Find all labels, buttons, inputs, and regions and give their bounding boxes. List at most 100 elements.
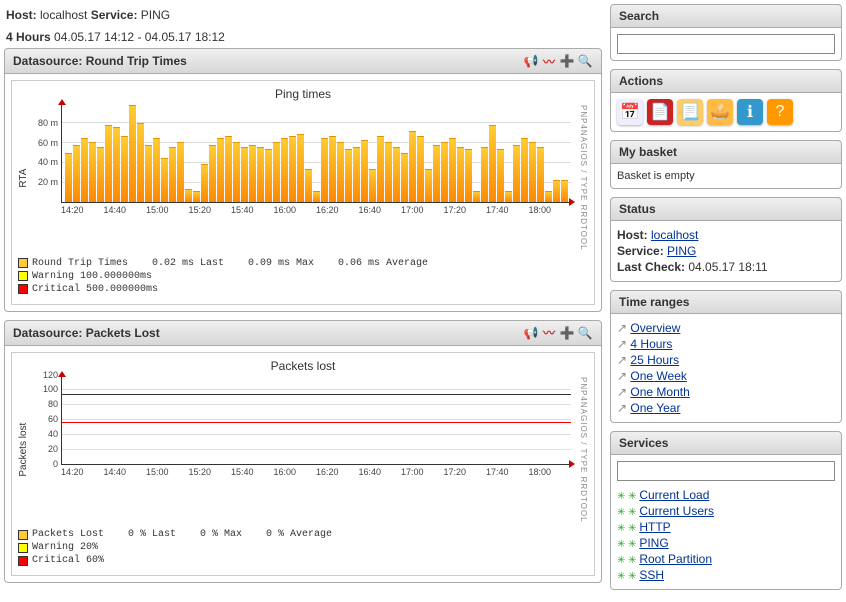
bar [121,136,128,202]
bar [345,149,352,202]
bar [353,147,360,202]
timerange-link[interactable]: One Week [630,369,686,383]
swatch-warning [18,271,28,281]
xml-icon[interactable]: 📃 [677,99,703,125]
timerange-link[interactable]: One Year [630,401,680,415]
service-link[interactable]: PING [639,536,668,550]
bar [273,142,280,203]
timerange-item: One Week [617,368,835,384]
bar [337,142,344,203]
bar [201,164,208,203]
timerange-link[interactable]: 25 Hours [630,353,679,367]
bar [481,147,488,202]
bar [513,145,520,202]
service-link[interactable]: Current Load [639,488,709,502]
service-item: Current Users [617,503,835,519]
bar [97,147,104,202]
service-item: Root Partition [617,551,835,567]
bar [529,142,536,203]
bar [409,131,416,203]
bar [489,125,496,202]
arrow-right-icon [569,460,575,468]
bar [561,180,568,202]
swatch-warning [18,543,28,553]
stats-icon[interactable]: 〰 [541,53,557,69]
megaphone-icon[interactable]: 📢 [523,53,539,69]
threshold-line [62,394,571,395]
bar [505,191,512,202]
chart1-header: Datasource: Round Trip Times 📢 〰 ➕ 🔍 [4,48,602,74]
bar [377,136,384,202]
search-input[interactable] [617,34,835,54]
pdf-icon[interactable]: 📄 [647,99,673,125]
stats-icon[interactable]: 〰 [541,325,557,341]
service-item: SSH [617,567,835,583]
swatch-main [18,530,28,540]
service-link[interactable]: SSH [639,568,664,582]
swatch-critical [18,556,28,566]
bar [65,153,72,203]
megaphone-icon[interactable]: 📢 [523,325,539,341]
bar [457,147,464,202]
bar [497,149,504,202]
status-header: Status [610,197,842,221]
bar [433,145,440,202]
bar [305,169,312,202]
add-icon[interactable]: ➕ [559,325,575,341]
basket-header: My basket [610,140,842,164]
service-link[interactable]: Current Users [639,504,714,518]
page-header: Host: localhost Service: PING [4,4,602,26]
timerange-link[interactable]: One Month [630,385,689,399]
bar [153,138,160,202]
bar [401,153,408,203]
add-icon[interactable]: ➕ [559,53,575,69]
timerange-item: 25 Hours [617,352,835,368]
timerange-item: Overview [617,320,835,336]
bar [321,138,328,202]
bar [233,142,240,203]
timerange-link[interactable]: 4 Hours [630,337,672,351]
service-link[interactable]: HTTP [639,520,670,534]
threshold-line [62,449,571,450]
zoom-icon[interactable]: 🔍 [577,53,593,69]
timerange-item: One Year [617,400,835,416]
bar [169,147,176,202]
pie-icon[interactable]: 🥧 [707,99,733,125]
bar [265,149,272,202]
chart2: Packets lost Packets lost 02040608010012… [11,352,595,577]
status-host-link[interactable]: localhost [651,228,698,242]
bar [129,105,136,202]
swatch-critical [18,284,28,294]
service-item: PING [617,535,835,551]
bar [249,145,256,202]
help-icon[interactable]: ? [767,99,793,125]
services-header: Services [610,431,842,455]
bar [417,136,424,202]
timerange-link[interactable]: Overview [630,321,680,335]
bar [329,136,336,202]
bar [449,138,456,202]
services-filter-input[interactable] [617,461,835,481]
actions-header: Actions [610,69,842,93]
status-service-link[interactable]: PING [667,244,696,258]
bar [209,145,216,202]
service-link[interactable]: Root Partition [639,552,712,566]
bar [473,191,480,202]
info-icon[interactable]: ℹ [737,99,763,125]
chart2-legend: Packets Lost 0 % Last 0 % Max 0 % Averag… [16,524,590,571]
chart1: Ping times RTA 20 m40 m60 m80 m 14:2014:… [11,80,595,305]
bar [553,180,560,202]
search-header: Search [610,4,842,28]
bar [313,191,320,202]
bar [73,145,80,202]
threshold-line [62,422,571,423]
chart1-legend: Round Trip Times 0.02 ms Last 0.09 ms Ma… [16,253,590,300]
bar [297,134,304,202]
bar [241,147,248,202]
bar [521,138,528,202]
calendar-icon[interactable]: 📅 [617,99,643,125]
bar [257,147,264,202]
zoom-icon[interactable]: 🔍 [577,325,593,341]
bar [217,138,224,202]
bar [441,142,448,203]
